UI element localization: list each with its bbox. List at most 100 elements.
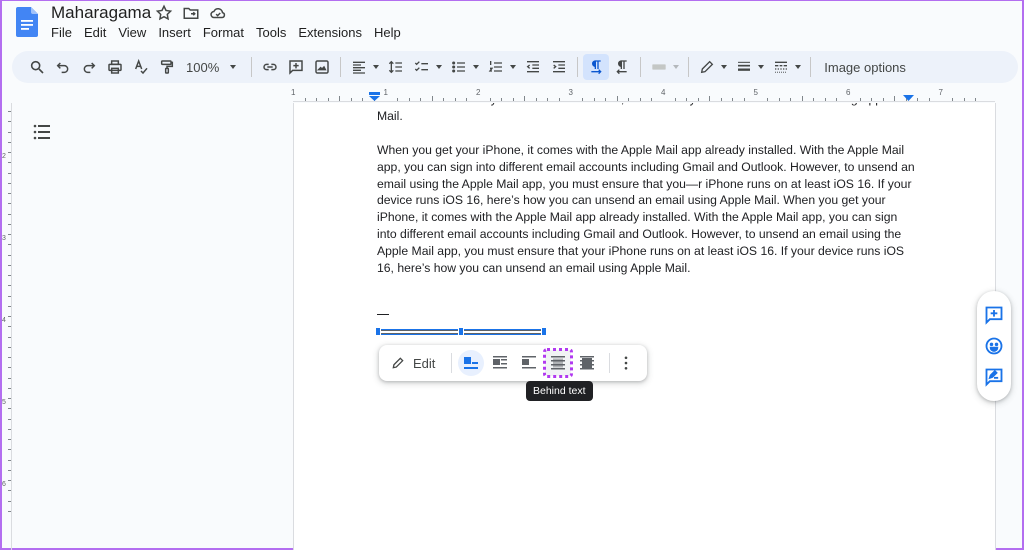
chevron-down-icon[interactable]	[510, 65, 517, 69]
align-left-icon	[353, 61, 366, 74]
menu-insert[interactable]: Insert	[152, 24, 197, 41]
spellcheck-icon	[134, 59, 148, 75]
edit-label: Edit	[413, 355, 436, 371]
resize-handle-middle[interactable]	[458, 327, 464, 336]
cloud-saved-icon[interactable]	[209, 4, 227, 22]
chevron-down-icon[interactable]	[373, 65, 380, 69]
chevron-down-icon[interactable]	[721, 65, 728, 69]
vertical-ruler[interactable]: 2 3 4 5 6	[2, 103, 12, 550]
spellcheck-button[interactable]	[128, 54, 154, 80]
add-comment-icon	[985, 306, 1003, 325]
ruler-label: 5	[753, 88, 758, 97]
indent-decrease-icon	[526, 61, 540, 73]
image-options-button[interactable]: Image options	[816, 60, 914, 75]
add-comment-button[interactable]	[283, 54, 309, 80]
resize-handle-right[interactable]	[541, 327, 547, 336]
ltr-paragraph-button[interactable]	[583, 54, 610, 80]
selected-image[interactable]	[375, 327, 547, 336]
undo-icon	[56, 62, 69, 74]
horizontal-line-fragment	[377, 314, 389, 315]
toolbar-divider	[688, 57, 690, 77]
move-folder-icon[interactable]	[182, 4, 200, 22]
ruler-label: 6	[2, 481, 6, 488]
rtl-paragraph-button[interactable]	[609, 54, 635, 80]
increase-indent-button[interactable]	[546, 54, 572, 80]
ruler-label: 2	[2, 153, 6, 160]
insert-image-icon	[315, 60, 329, 74]
wrap-in-line-button[interactable]	[458, 350, 485, 376]
print-button[interactable]	[102, 54, 128, 80]
ruler-tick	[871, 98, 873, 101]
ruler-tick	[512, 98, 514, 101]
ruler-tick	[628, 98, 630, 101]
numbered-list-icon	[488, 61, 503, 72]
menu-edit[interactable]: Edit	[78, 24, 112, 41]
ruler-label: 1	[383, 88, 388, 97]
break-text-button[interactable]	[516, 350, 542, 376]
pen-button[interactable]	[694, 54, 720, 80]
align-button[interactable]	[346, 54, 372, 80]
insert-image-button[interactable]	[309, 54, 335, 80]
insert-link-button[interactable]	[257, 54, 283, 80]
edit-image-button[interactable]: Edit	[391, 356, 445, 371]
border-color-button[interactable]	[646, 54, 672, 80]
document-body[interactable]: on at least iOS 16. If your device runs …	[377, 103, 917, 294]
numbered-list-button[interactable]	[483, 54, 509, 80]
redo-button[interactable]	[76, 54, 102, 80]
toolbar-divider	[640, 57, 642, 77]
ruler-label: 6	[846, 88, 851, 97]
emoji-reaction-button[interactable]	[983, 335, 1005, 357]
google-docs-logo-icon[interactable]	[16, 7, 38, 37]
ruler-tick	[431, 96, 433, 101]
bulleted-list-button[interactable]	[446, 54, 472, 80]
ruler-tick	[339, 96, 341, 101]
menu-file[interactable]: File	[45, 24, 78, 41]
document-page[interactable]: on at least iOS 16. If your device runs …	[293, 103, 996, 550]
menu-view[interactable]: View	[112, 24, 152, 41]
ruler-label: 2	[476, 88, 481, 97]
text-line: Mail.	[377, 108, 403, 123]
behind-text-button[interactable]	[543, 348, 574, 378]
zoom-select[interactable]: 100%	[180, 60, 246, 75]
ruler-tick	[686, 98, 688, 101]
document-outline-icon[interactable]	[32, 123, 52, 141]
border-weight-button[interactable]	[731, 54, 757, 80]
resize-handle-left[interactable]	[375, 327, 381, 336]
left-indent-marker[interactable]	[369, 92, 380, 101]
bulleted-list-icon	[452, 61, 466, 73]
menu-help[interactable]: Help	[368, 24, 407, 41]
undo-button[interactable]	[50, 54, 76, 80]
chevron-down-icon[interactable]	[473, 65, 480, 69]
ruler-baseline	[11, 103, 12, 550]
checklist-button[interactable]	[409, 54, 435, 80]
ruler-tick	[408, 98, 410, 101]
ruler-tick	[605, 98, 607, 101]
ruler-tick	[813, 98, 815, 101]
menu-tools[interactable]: Tools	[250, 24, 292, 41]
paint-format-button[interactable]	[154, 54, 180, 80]
chevron-down-icon[interactable]	[795, 65, 802, 69]
decrease-indent-button[interactable]	[520, 54, 546, 80]
ruler-tick	[697, 98, 699, 101]
chevron-down-icon[interactable]	[436, 65, 443, 69]
break-text-icon	[522, 356, 537, 369]
document-title[interactable]: Maharagama	[51, 3, 151, 23]
star-icon[interactable]	[155, 4, 173, 22]
menu-extensions[interactable]: Extensions	[292, 24, 368, 41]
right-indent-marker[interactable]	[903, 92, 914, 101]
chevron-down-icon[interactable]	[673, 65, 680, 69]
line-spacing-button[interactable]	[383, 54, 409, 80]
horizontal-ruler[interactable]: 1 1 2 3 4 5 6 7	[291, 88, 995, 102]
ruler-tick	[836, 98, 838, 101]
border-dash-button[interactable]	[768, 54, 794, 80]
more-options-button[interactable]	[616, 350, 636, 376]
add-comment-side-button[interactable]	[983, 304, 1005, 326]
toolbar-divider	[577, 57, 579, 77]
menu-format[interactable]: Format	[197, 24, 250, 41]
search-menus-button[interactable]	[24, 54, 50, 80]
in-front-of-text-button[interactable]	[574, 350, 600, 376]
wrap-text-button[interactable]	[487, 350, 513, 376]
chevron-down-icon[interactable]	[758, 65, 765, 69]
suggest-edits-button[interactable]	[983, 366, 1005, 388]
ltr-paragraph-icon	[591, 60, 602, 75]
